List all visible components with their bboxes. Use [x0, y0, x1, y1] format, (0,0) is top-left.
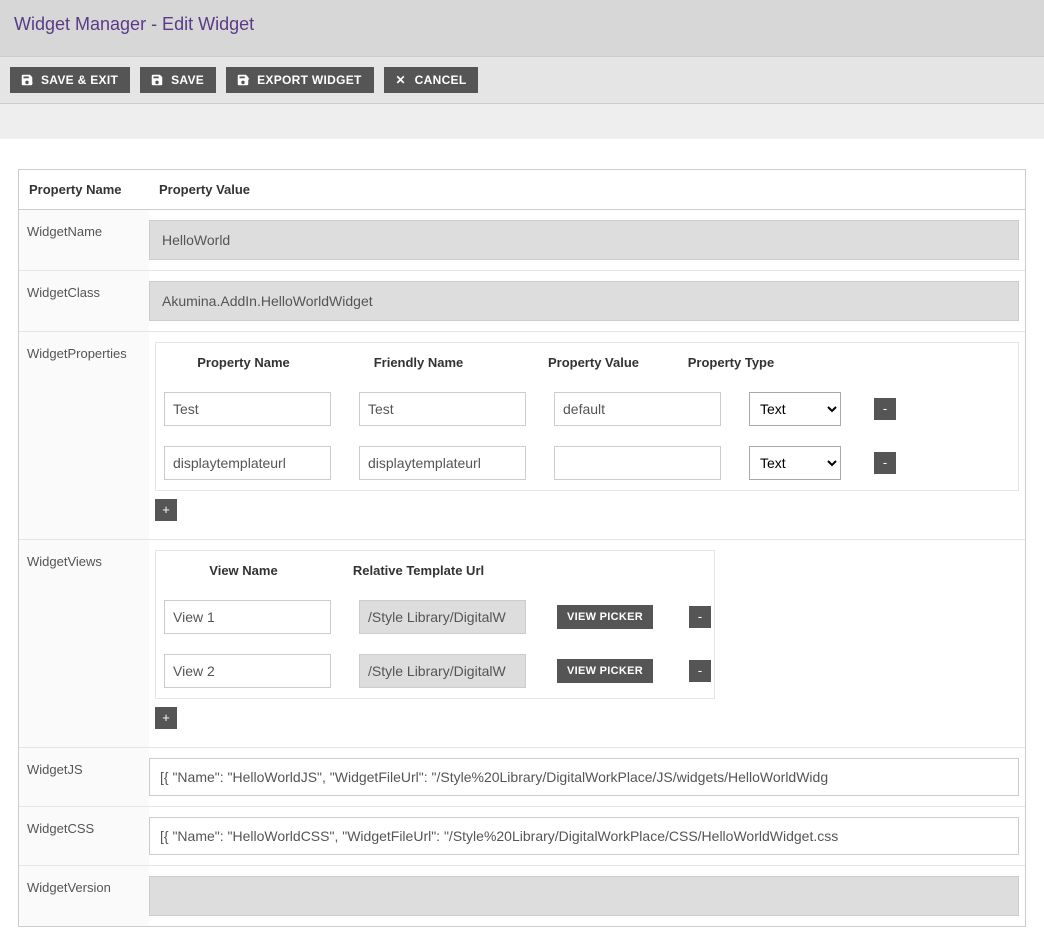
- row-widget-name: WidgetName: [19, 210, 1025, 271]
- row-widget-version: WidgetVersion: [19, 866, 1025, 926]
- row-widget-js: WidgetJS: [19, 748, 1025, 807]
- export-icon: [236, 73, 250, 87]
- row-widget-views: WidgetViews View Name Relative Template …: [19, 540, 1025, 748]
- widget-css-input[interactable]: [149, 817, 1019, 855]
- view-name-input[interactable]: [164, 654, 331, 688]
- prop-header-value: Property Value: [506, 343, 681, 382]
- prop-name-input[interactable]: [164, 392, 331, 426]
- spacer-strip: [0, 104, 1044, 139]
- prop-remove-button[interactable]: -: [874, 398, 896, 420]
- header-property-name: Property Name: [19, 170, 149, 209]
- toolbar: SAVE & EXIT SAVE EXPORT WIDGET ✕ CANCEL: [0, 56, 1044, 104]
- export-label: EXPORT WIDGET: [257, 73, 362, 87]
- widget-name-input[interactable]: [149, 220, 1019, 260]
- view-url-input[interactable]: [359, 654, 526, 688]
- prop-friendly-input[interactable]: [359, 392, 526, 426]
- prop-header-type: Property Type: [681, 343, 781, 382]
- prop-add-button[interactable]: +: [155, 499, 177, 521]
- views-inner-table: View Name Relative Template Url VIEW PIC…: [155, 550, 715, 699]
- prop-remove-button[interactable]: -: [874, 452, 896, 474]
- content-wrap: Property Name Property Value WidgetName …: [0, 139, 1044, 927]
- view-add-button[interactable]: +: [155, 707, 177, 729]
- cancel-button[interactable]: ✕ CANCEL: [384, 67, 479, 93]
- row-widget-class: WidgetClass: [19, 271, 1025, 332]
- view-remove-button[interactable]: -: [689, 606, 711, 628]
- save-label: SAVE: [171, 73, 204, 87]
- label-widget-properties: WidgetProperties: [19, 332, 149, 539]
- properties-inner-header: Property Name Friendly Name Property Val…: [156, 343, 1018, 382]
- view-header-name: View Name: [156, 551, 331, 590]
- widget-version-input[interactable]: [149, 876, 1019, 916]
- cancel-label: CANCEL: [415, 73, 467, 87]
- view-row: VIEW PICKER -: [156, 590, 714, 644]
- view-url-input[interactable]: [359, 600, 526, 634]
- label-widget-css: WidgetCSS: [19, 807, 149, 865]
- export-widget-button[interactable]: EXPORT WIDGET: [226, 67, 374, 93]
- save-exit-label: SAVE & EXIT: [41, 73, 118, 87]
- page-title: Widget Manager - Edit Widget: [14, 14, 1030, 35]
- views-inner-header: View Name Relative Template Url: [156, 551, 714, 590]
- label-widget-version: WidgetVersion: [19, 866, 149, 926]
- prop-type-select[interactable]: Text: [749, 392, 841, 426]
- prop-value-input[interactable]: [554, 392, 721, 426]
- header-property-value: Property Value: [149, 170, 1025, 209]
- prop-type-select[interactable]: Text: [749, 446, 841, 480]
- prop-header-friendly: Friendly Name: [331, 343, 506, 382]
- view-row: VIEW PICKER -: [156, 644, 714, 698]
- view-picker-button[interactable]: VIEW PICKER: [557, 605, 653, 629]
- widget-class-input[interactable]: [149, 281, 1019, 321]
- label-widget-js: WidgetJS: [19, 748, 149, 806]
- view-header-url: Relative Template Url: [331, 551, 506, 590]
- label-widget-views: WidgetViews: [19, 540, 149, 747]
- header-bar: Widget Manager - Edit Widget: [0, 0, 1044, 56]
- prop-name-input[interactable]: [164, 446, 331, 480]
- properties-inner-table: Property Name Friendly Name Property Val…: [155, 342, 1019, 491]
- view-name-input[interactable]: [164, 600, 331, 634]
- label-widget-class: WidgetClass: [19, 271, 149, 331]
- property-row: Text -: [156, 436, 1018, 490]
- prop-header-name: Property Name: [156, 343, 331, 382]
- view-remove-button[interactable]: -: [689, 660, 711, 682]
- prop-value-input[interactable]: [554, 446, 721, 480]
- save-button[interactable]: SAVE: [140, 67, 216, 93]
- save-icon: [150, 73, 164, 87]
- save-and-exit-button[interactable]: SAVE & EXIT: [10, 67, 130, 93]
- close-icon: ✕: [394, 73, 408, 87]
- properties-table: Property Name Property Value WidgetName …: [18, 169, 1026, 927]
- label-widget-name: WidgetName: [19, 210, 149, 270]
- prop-friendly-input[interactable]: [359, 446, 526, 480]
- row-widget-css: WidgetCSS: [19, 807, 1025, 866]
- row-widget-properties: WidgetProperties Property Name Friendly …: [19, 332, 1025, 540]
- widget-js-input[interactable]: [149, 758, 1019, 796]
- view-picker-button[interactable]: VIEW PICKER: [557, 659, 653, 683]
- table-header-row: Property Name Property Value: [19, 170, 1025, 210]
- save-exit-icon: [20, 73, 34, 87]
- property-row: Text -: [156, 382, 1018, 436]
